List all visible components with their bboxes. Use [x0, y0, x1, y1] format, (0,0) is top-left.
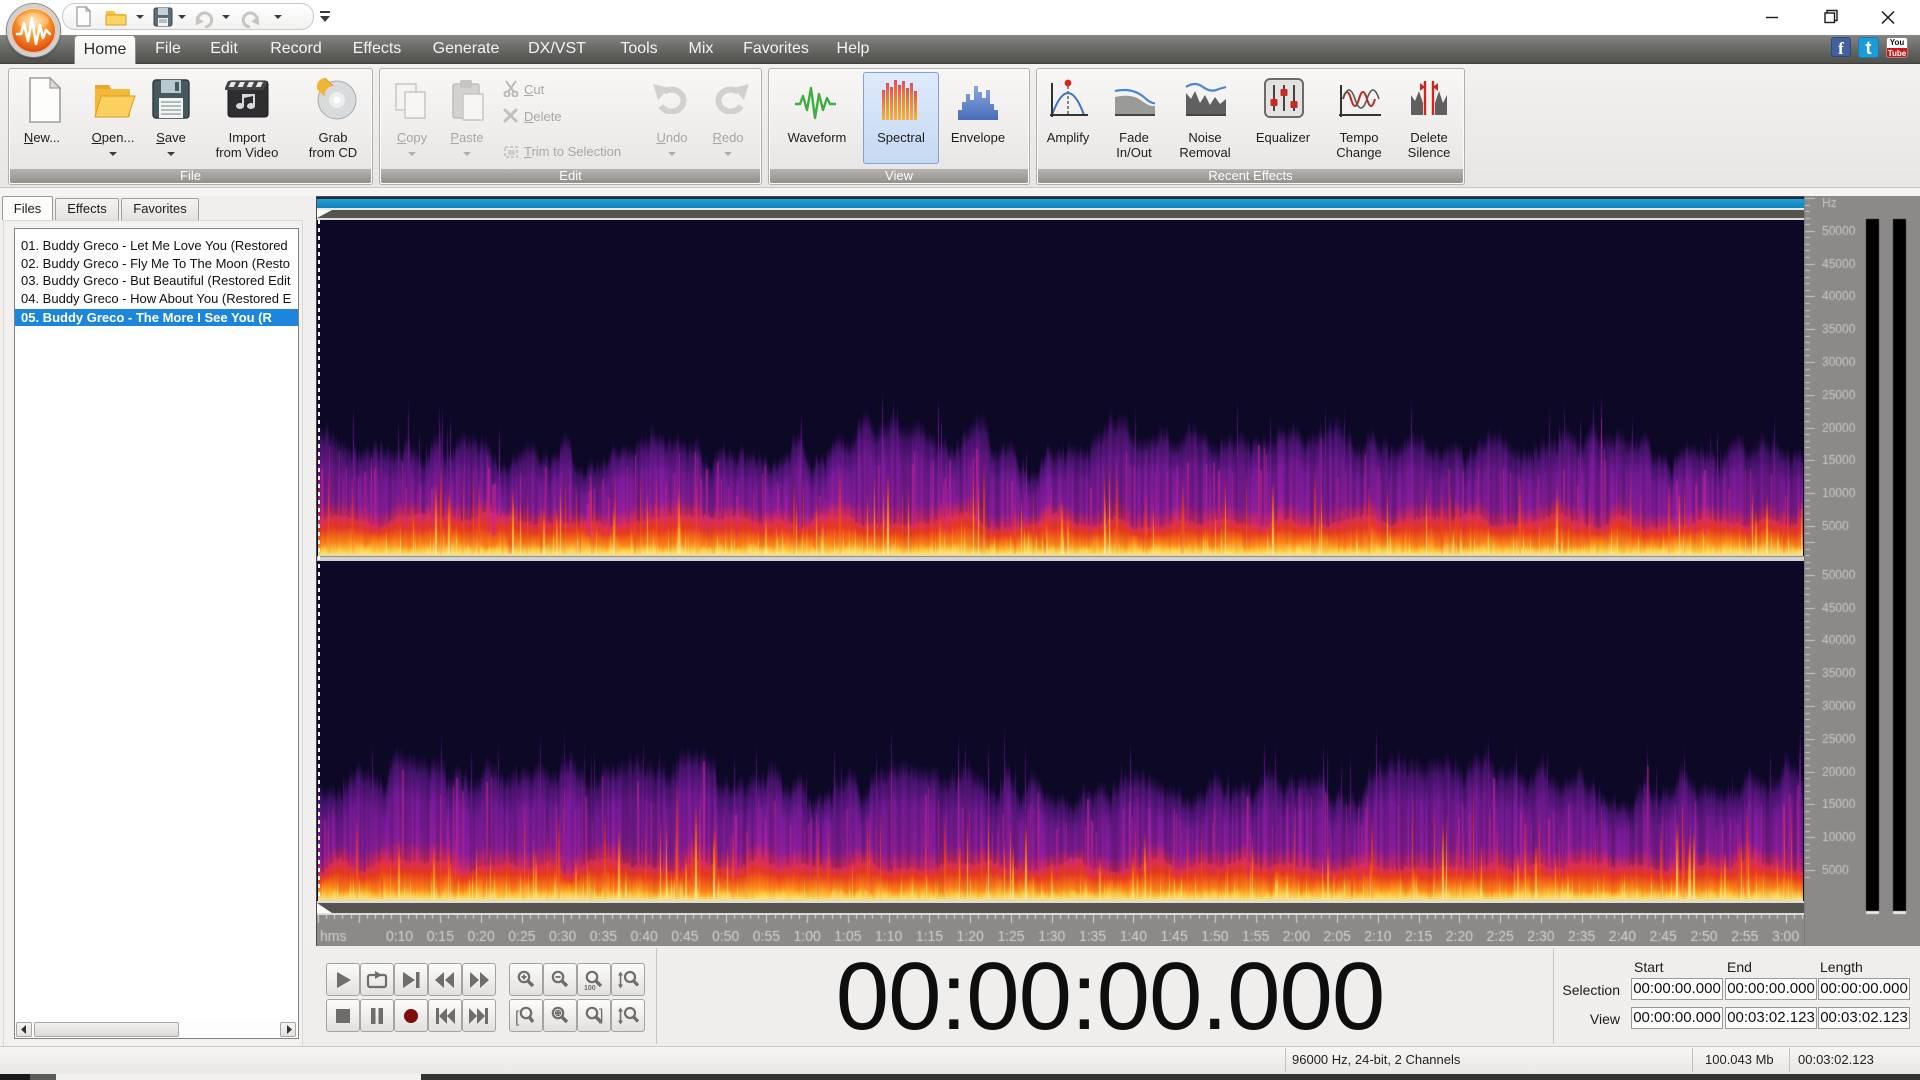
svg-text:100: 100: [584, 985, 596, 991]
svg-text:]: ]: [599, 1007, 603, 1024]
svg-text:[: [: [515, 1009, 520, 1026]
